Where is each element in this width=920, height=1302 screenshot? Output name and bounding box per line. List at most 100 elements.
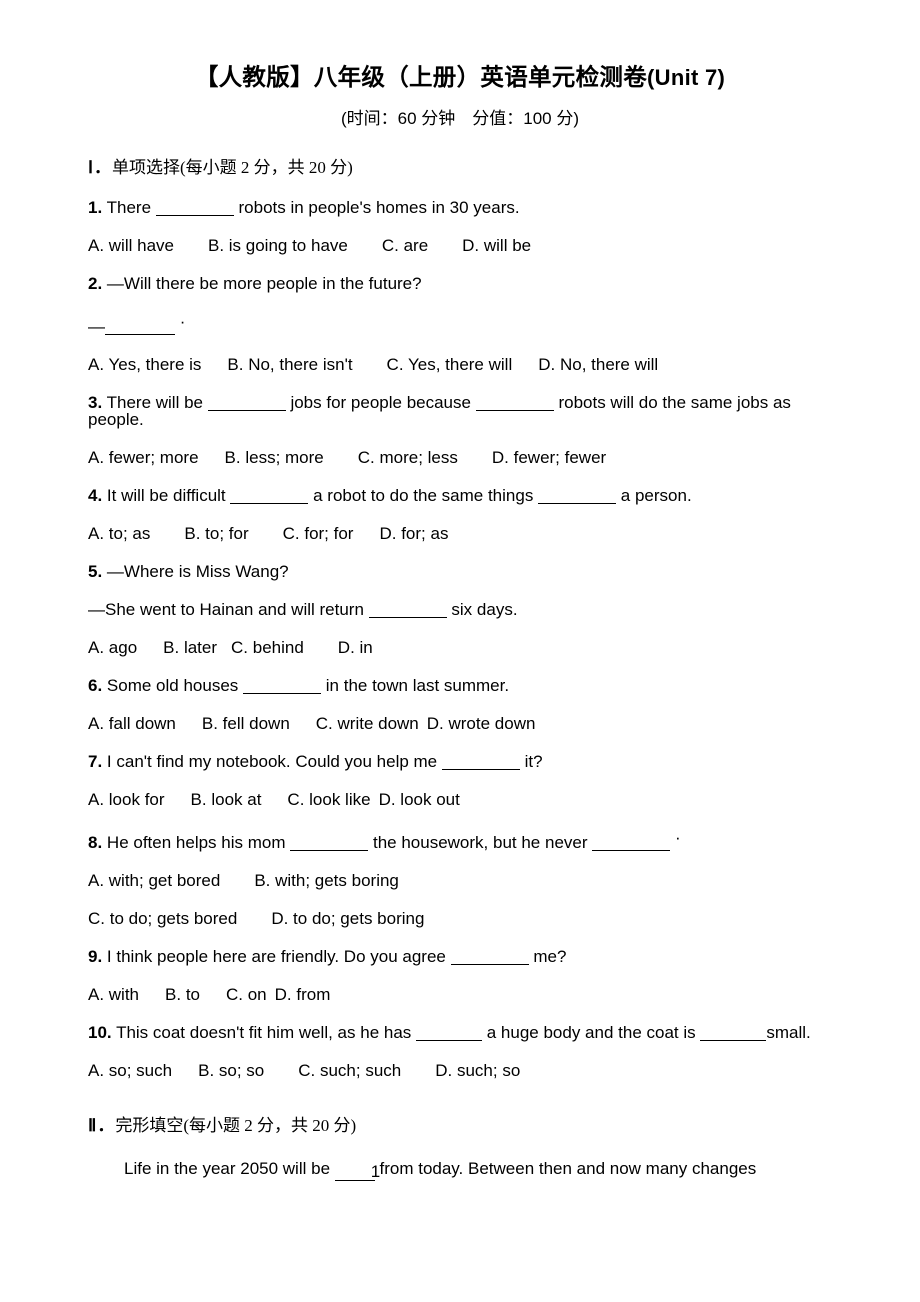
option-c[interactable]: C. such; such (298, 1061, 401, 1080)
answer-blank[interactable] (155, 214, 234, 216)
question-text-9b: me? (533, 946, 567, 966)
section-title-2: 完形填空(每小题 2 分，共 20 分) (115, 1115, 357, 1135)
question-answer-line-2: — · (88, 292, 832, 335)
option-a[interactable]: A. will have (88, 236, 174, 255)
exam-meta-subtitle: (时间：60 分钟 分值：100 分) (340, 109, 580, 129)
answer-blank[interactable] (475, 409, 554, 411)
option-c[interactable]: C. write down (316, 714, 419, 733)
option-a[interactable]: A. fewer; more (88, 448, 199, 467)
cloze-passage-line-1: Life in the year 2050 will be 1 from tod… (88, 1136, 832, 1182)
question-text-4a: It will be difficult (106, 485, 226, 505)
option-c[interactable]: C. for; for (283, 524, 354, 543)
question-stem-7: 7. I can't find my notebook. Could you h… (88, 732, 832, 770)
option-c[interactable]: C. are (382, 236, 428, 255)
answer-blank[interactable] (243, 692, 322, 694)
option-d[interactable]: D. from (275, 985, 331, 1004)
question-number-6: 6. (88, 675, 103, 695)
answer-blank[interactable] (592, 849, 671, 851)
option-b[interactable]: B. less; more (225, 448, 324, 467)
option-d[interactable]: D. in (338, 638, 373, 657)
question-text-10a: This coat doesn't fit him well, as he ha… (116, 1022, 412, 1042)
question-text-4b: a robot to do the same things (313, 485, 534, 505)
option-d[interactable]: D. to do; gets boring (271, 909, 424, 928)
option-b[interactable]: B. fell down (202, 714, 290, 733)
question-options-5: A. ago B. later C. behind D. in (88, 618, 832, 656)
option-c[interactable]: C. Yes, there will (387, 355, 513, 374)
question-text-6a: Some old houses (106, 675, 239, 695)
question-options-6: A. fall down B. fell down C. write down D. … (88, 694, 832, 732)
question-options-1: A. will have B. is going to have C. are D. … (88, 216, 832, 254)
option-b[interactable]: B. is going to have (208, 236, 348, 255)
option-c[interactable]: C. more; less (358, 448, 458, 467)
answer-blank[interactable] (416, 1039, 483, 1041)
option-d[interactable]: D. such; so (435, 1061, 520, 1080)
option-b[interactable]: B. later (163, 638, 217, 657)
option-a[interactable]: A. fall down (88, 714, 176, 733)
option-a[interactable]: A. to; as (88, 524, 150, 543)
question-stem-3: 3. There will be jobs for people because… (88, 373, 832, 428)
question-options-10: A. so; such B. so; so C. such; such D. such… (88, 1041, 832, 1079)
question-number-4: 4. (88, 485, 103, 505)
option-d[interactable]: D. No, there will (538, 355, 658, 374)
option-d[interactable]: D. for; as (379, 524, 448, 543)
dialogue-dash: — (88, 316, 105, 336)
question-number-2: 2. (88, 273, 103, 293)
answer-blank[interactable] (450, 963, 529, 965)
cloze-text-b: from today. Between then and now many ch… (379, 1159, 757, 1179)
question-stem-5: 5. —Where is Miss Wang? (88, 542, 832, 580)
option-d[interactable]: D. will be (462, 236, 531, 255)
option-b[interactable]: B. to (165, 985, 200, 1004)
answer-blank[interactable] (441, 768, 520, 770)
option-c[interactable]: C. behind (231, 638, 304, 657)
page-title-unit: (Unit 7) (647, 65, 726, 90)
section-heading-2: Ⅱ．完形填空(每小题 2 分，共 20 分) (88, 1115, 832, 1136)
option-d[interactable]: D. wrote down (427, 714, 536, 733)
option-d[interactable]: D. look out (379, 790, 460, 809)
cloze-text-a: Life in the year 2050 will be (124, 1159, 331, 1179)
option-b[interactable]: B. to; for (184, 524, 248, 543)
answer-blank[interactable] (700, 1039, 767, 1041)
option-a[interactable]: A. so; such (88, 1061, 172, 1080)
question-text-10b: a huge body and the coat is (486, 1022, 696, 1042)
option-d[interactable]: D. fewer; fewer (492, 448, 606, 467)
question-options-8-row2: C. to do; gets bored D. to do; gets borin… (88, 889, 832, 927)
question-text-1a: There (106, 197, 152, 217)
option-c[interactable]: C. on (226, 985, 267, 1004)
answer-blank[interactable] (368, 616, 447, 618)
question-number-1: 1. (88, 197, 103, 217)
answer-blank[interactable] (538, 502, 617, 504)
question-text-7a: I can't find my notebook. Could you help… (106, 751, 438, 771)
question-options-7: A. look for B. look at C. look like D. look… (88, 770, 832, 808)
question-text-4c: a person. (620, 485, 692, 505)
option-a[interactable]: A. Yes, there is (88, 355, 201, 374)
section-numeral-2: Ⅱ． (88, 1115, 116, 1135)
question-text-8a: He often helps his mom (106, 832, 286, 852)
question-options-9: A. with B. to C. on D. from (88, 965, 832, 1003)
cloze-blank-1[interactable]: 1 (334, 1163, 380, 1182)
answer-blank[interactable] (105, 333, 175, 335)
option-a[interactable]: A. with (88, 985, 139, 1004)
answer-blank[interactable] (230, 502, 309, 504)
option-a[interactable]: A. look for (88, 790, 165, 809)
option-b[interactable]: B. so; so (198, 1061, 264, 1080)
question-text-5c: six days. (451, 599, 518, 619)
answer-blank[interactable] (207, 409, 286, 411)
option-b[interactable]: B. with; gets boring (254, 871, 399, 890)
question-text-7b: it? (524, 751, 543, 771)
question-text-5b: —She went to Hainan and will return (88, 599, 364, 619)
question-stem-6: 6. Some old houses in the town last summ… (88, 656, 832, 694)
option-c[interactable]: C. look like (287, 790, 370, 809)
question-stem-8: 8. He often helps his mom the housework,… (88, 808, 832, 851)
option-a[interactable]: A. with; get bored (88, 871, 220, 890)
option-b[interactable]: B. No, there isn't (227, 355, 352, 374)
option-a[interactable]: A. ago (88, 638, 137, 657)
option-c[interactable]: C. to do; gets bored (88, 909, 237, 928)
question-number-9: 9. (88, 946, 103, 966)
question-options-8-row1: A. with; get bored B. with; gets boring (88, 851, 832, 889)
question-text-10c: small. (766, 1022, 811, 1042)
section-title-1: 单项选择(每小题 2 分，共 20 分) (112, 157, 353, 177)
option-b[interactable]: B. look at (191, 790, 262, 809)
question-stem-10: 10. This coat doesn't fit him well, as h… (88, 1003, 832, 1041)
answer-blank[interactable] (290, 849, 369, 851)
